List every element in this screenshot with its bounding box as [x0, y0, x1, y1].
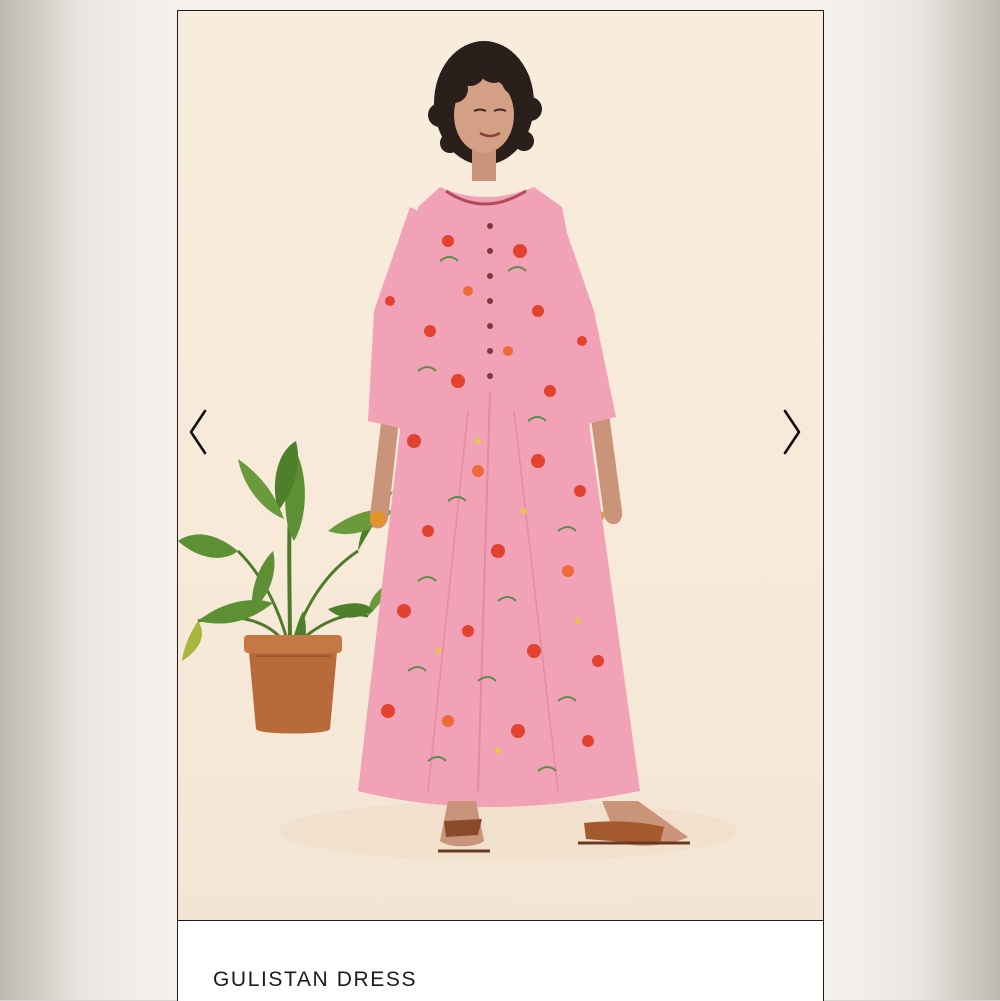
product-card: GULISTAN DRESS [177, 10, 824, 1001]
model-figure [358, 41, 690, 853]
product-title: GULISTAN DRESS [213, 968, 418, 991]
gallery-next-button[interactable] [782, 409, 812, 465]
product-image[interactable] [178, 11, 823, 921]
gallery-prev-button[interactable] [188, 409, 218, 465]
chevron-left-icon [189, 409, 207, 455]
chevron-right-icon [783, 409, 801, 455]
product-info-panel: GULISTAN DRESS [178, 922, 823, 1001]
potted-plant-illustration [178, 441, 393, 734]
